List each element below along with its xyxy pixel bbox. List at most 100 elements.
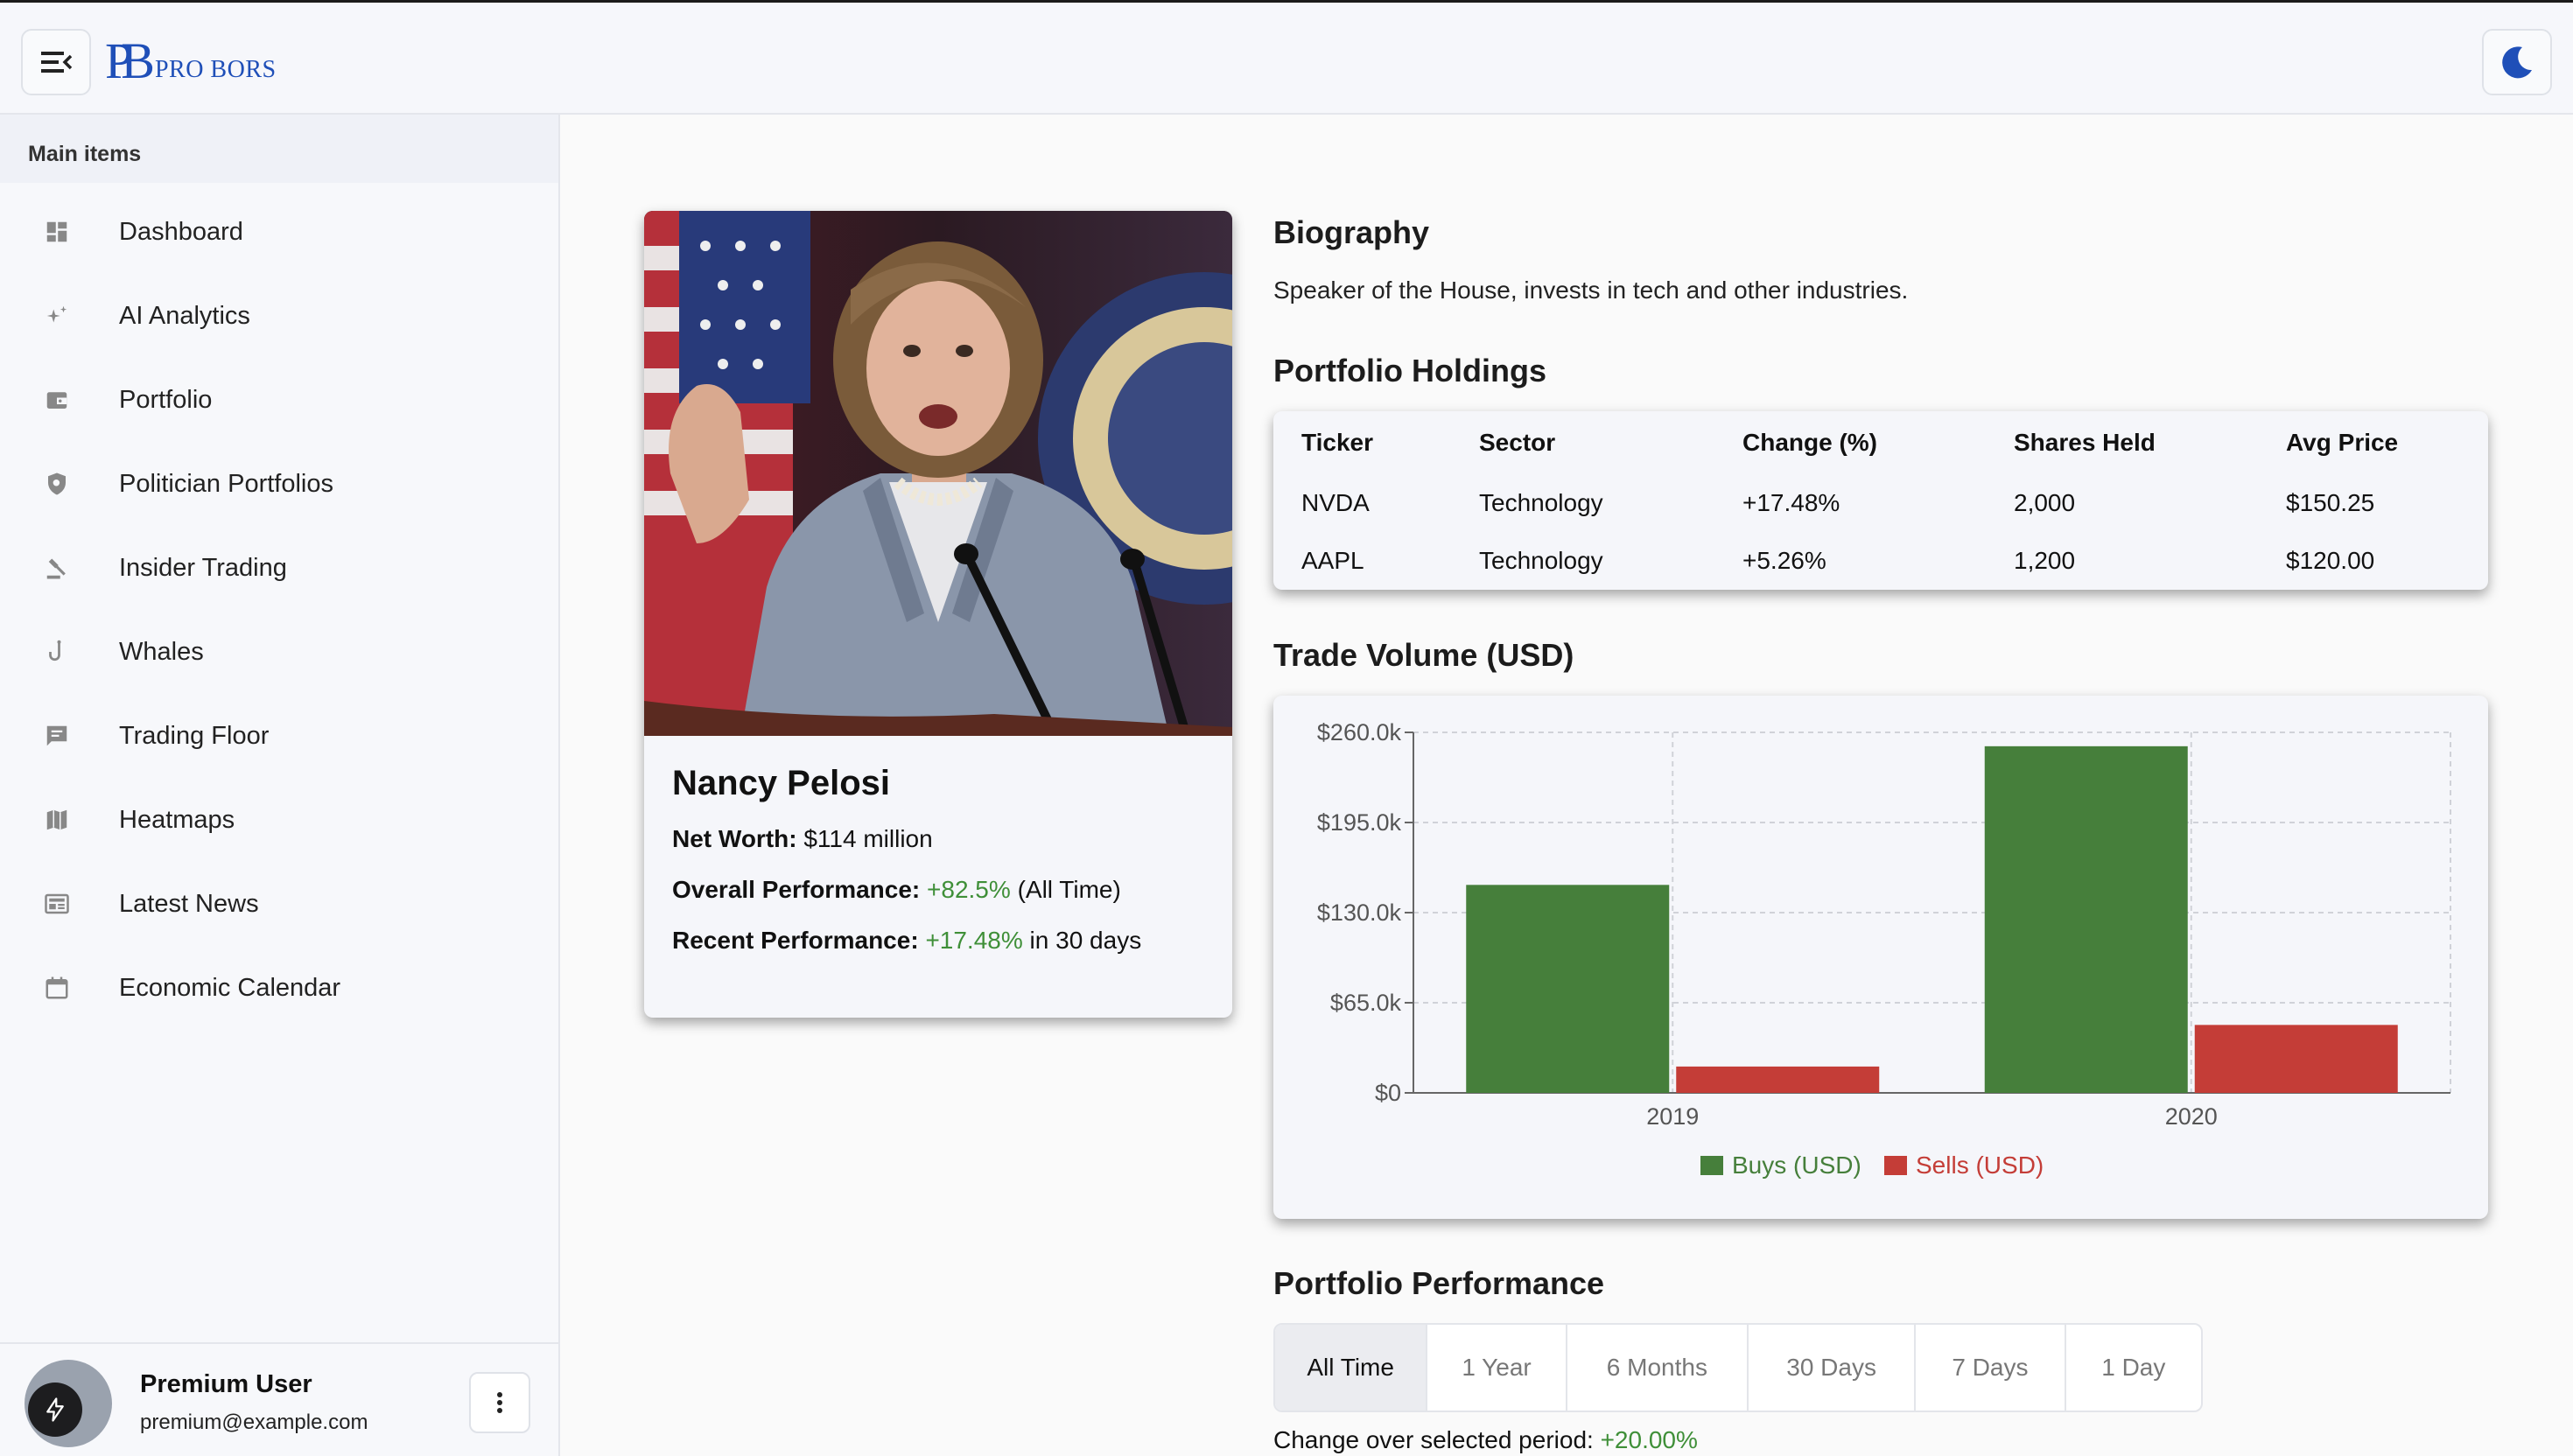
holdings-title: Portfolio Holdings [1273,353,1546,388]
user-menu-button[interactable] [469,1372,530,1433]
tab-1-day[interactable]: 1 Day [2066,1325,2201,1410]
shield-icon [44,471,70,497]
bolt-icon [28,1382,82,1437]
column-header: Ticker [1301,429,1373,456]
recent-performance-line: Recent Performance: +17.48% in 30 days [672,927,1141,955]
period-change-value: +20.00% [1600,1426,1698,1453]
recent-performance-suffix: in 30 days [1029,927,1142,954]
avatar[interactable] [25,1360,112,1447]
recent-performance-value: +17.48% [925,927,1023,954]
sidebar-item-label: AI Analytics [119,301,250,330]
biography-title: Biography [1273,214,1430,250]
sidebar-item-label: Portfolio [119,385,213,414]
tab-30-days[interactable]: 30 Days [1749,1325,1917,1410]
legend-label: Sells (USD) [1916,1152,2044,1179]
calendar-icon [44,975,70,1001]
performance-title: Portfolio Performance [1273,1265,1605,1301]
overall-performance-suffix: (All Time) [1017,876,1121,903]
user-panel: Premium User premium@example.com [0,1342,558,1456]
sidebar-item-label: Heatmaps [119,805,235,834]
sidebar-item-portfolio[interactable]: Portfolio [0,358,558,442]
chat-icon [44,723,70,749]
sidebar-item-politician-portfolios[interactable]: Politician Portfolios [0,442,558,526]
bar [1466,885,1670,1093]
table-cell: 1,200 [2014,547,2076,574]
column-header: Change (%) [1742,429,1877,456]
table-cell: +17.48% [1742,489,1840,516]
overall-performance-label: Overall Performance: [672,876,921,903]
dashboard-icon [44,219,70,245]
sidebar-item-label: Whales [119,637,204,666]
sidebar-section-label: Main items [0,115,558,183]
overall-performance-line: Overall Performance: +82.5% (All Time) [672,876,1121,904]
sidebar-item-latest-news[interactable]: Latest News [0,862,558,946]
legend-swatch [1884,1156,1907,1175]
table-cell: Technology [1479,489,1603,516]
table-cell: AAPL [1301,547,1364,574]
wallet-icon [44,387,70,413]
biography-text: Speaker of the House, invests in tech an… [1273,276,1909,304]
table-cell: NVDA [1301,489,1370,516]
sidebar-item-economic-calendar[interactable]: Economic Calendar [0,946,558,1030]
bar [1984,746,2188,1093]
sidebar-item-label: Politician Portfolios [119,469,333,498]
sidebar: Main items Dashboard AI Analytics Portfo… [0,115,560,1456]
y-tick-label: $130.0k [1317,900,1402,926]
trade-volume-chart: $0 $65.0k $130.0k $195.0k $260.0k 2019 2020 Buy… [1317,719,2451,1179]
holdings-table: Ticker Sector Change (%) Shares Held Avg… [1273,411,2488,590]
trade-volume-title: Trade Volume (USD) [1273,637,1574,673]
hook-icon [44,639,70,665]
theme-toggle-button[interactable] [2482,29,2552,95]
net-worth-label: Net Worth: [672,825,797,852]
sparkle-icon [44,303,70,329]
more-vertical-icon [497,1392,502,1413]
politician-photo [644,211,1232,736]
table-cell: Technology [1479,547,1603,574]
app-logo[interactable]: PB PRO BORS [105,36,277,87]
x-tick-label: 2020 [2165,1103,2218,1130]
table-cell: $120.00 [2286,547,2375,574]
sidebar-item-whales[interactable]: Whales [0,610,558,694]
map-icon [44,807,70,833]
newspaper-icon [44,891,70,917]
period-tabs: All Time 1 Year 6 Months 30 Days 7 Days … [1273,1323,2203,1412]
user-name: Premium User [140,1370,312,1398]
top-bar: PB PRO BORS [0,0,2573,115]
sidebar-item-label: Insider Trading [119,553,287,582]
user-email: premium@example.com [140,1410,368,1434]
menu-collapse-icon [41,52,73,73]
sidebar-item-heatmaps[interactable]: Heatmaps [0,778,558,862]
y-tick-label: $65.0k [1330,990,1402,1016]
trade-volume-chart-card: $0 $65.0k $130.0k $195.0k $260.0k 2019 2020 Buy… [1273,696,2488,1219]
overall-performance-value: +82.5% [927,876,1011,903]
sidebar-item-insider-trading[interactable]: Insider Trading [0,526,558,610]
x-tick-label: 2019 [1646,1103,1699,1130]
legend-label: Buys (USD) [1732,1152,1861,1179]
net-worth-line: Net Worth: $114 million [672,825,933,853]
y-tick-label: $195.0k [1317,809,1402,836]
net-worth-value: $114 million [803,825,933,852]
sidebar-item-ai-analytics[interactable]: AI Analytics [0,274,558,358]
period-change-line: Change over selected period: +20.00% [1273,1426,1698,1454]
tab-6-months[interactable]: 6 Months [1567,1325,1749,1410]
sidebar-item-dashboard[interactable]: Dashboard [0,190,558,274]
tab-all-time[interactable]: All Time [1275,1325,1428,1410]
logo-mark: PB [105,32,155,89]
table-cell: 2,000 [2014,489,2076,516]
logo-text: PRO BORS [154,56,277,83]
y-tick-label: $260.0k [1317,719,1402,746]
tab-1-year[interactable]: 1 Year [1427,1325,1567,1410]
column-header: Shares Held [2014,429,2156,456]
sidebar-item-label: Latest News [119,889,259,918]
politician-profile-card: Nancy Pelosi Net Worth: $114 million Ove… [644,211,1232,1018]
column-header: Sector [1479,429,1556,456]
sidebar-item-trading-floor[interactable]: Trading Floor [0,694,558,778]
y-tick-label: $0 [1375,1080,1401,1106]
gavel-icon [44,555,70,581]
politician-name: Nancy Pelosi [672,764,891,802]
sidebar-item-label: Trading Floor [119,721,270,750]
table-cell: +5.26% [1742,547,1826,574]
sidebar-item-label: Economic Calendar [119,973,341,1002]
tab-7-days[interactable]: 7 Days [1916,1325,2066,1410]
menu-toggle-button[interactable] [21,29,91,95]
